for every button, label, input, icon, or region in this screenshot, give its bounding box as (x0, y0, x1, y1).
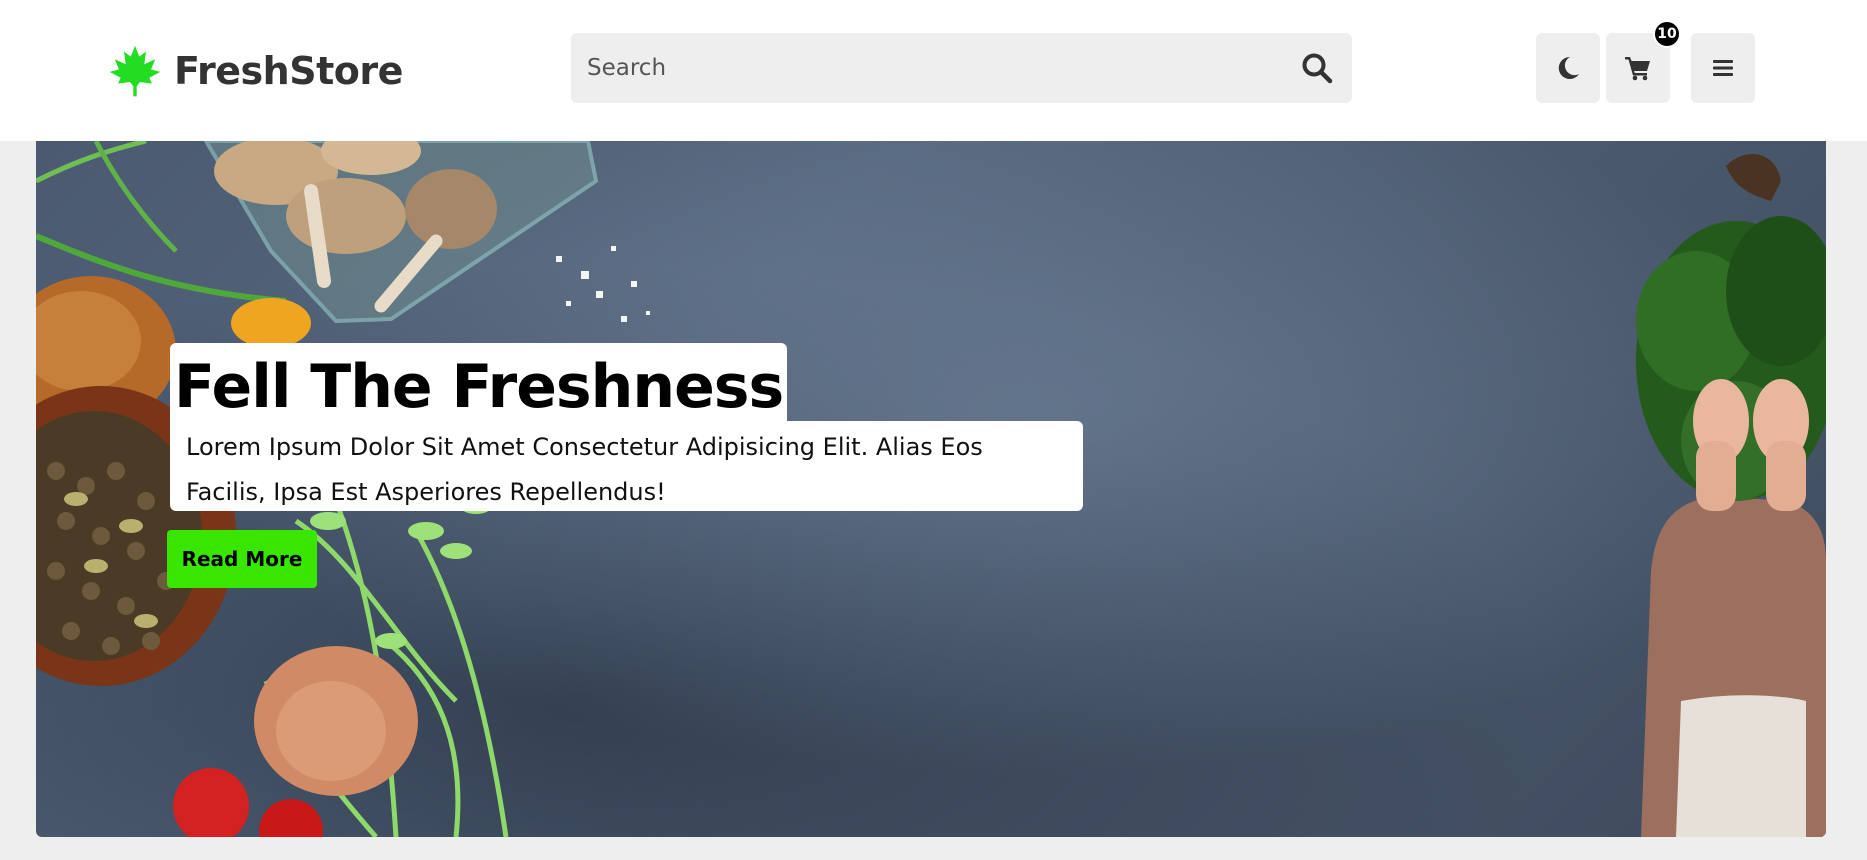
read-more-button[interactable]: Read More (167, 530, 317, 588)
brand-logo-link[interactable]: FreshStore (108, 36, 403, 106)
site-header: FreshStore 10 (0, 0, 1867, 141)
brand-name: FreshStore (174, 49, 403, 93)
search-button[interactable] (1294, 45, 1340, 91)
menu-button[interactable] (1691, 33, 1755, 103)
hero-banner: Fell The Freshness Lorem Ipsum Dolor Sit… (36, 141, 1826, 837)
cart-count-badge: 10 (1653, 20, 1681, 48)
moon-icon (1558, 56, 1579, 79)
hero-title: Fell The Freshness (170, 343, 788, 422)
theme-toggle-button[interactable] (1536, 33, 1600, 103)
search-input[interactable] (571, 33, 1261, 103)
search-icon (1302, 53, 1333, 84)
hamburger-icon (1713, 60, 1733, 76)
search-bar (571, 33, 1352, 103)
hero-description: Lorem Ipsum Dolor Sit Amet Consectetur A… (170, 421, 1083, 511)
cart-icon (1625, 57, 1650, 81)
maple-leaf-icon (109, 45, 161, 97)
